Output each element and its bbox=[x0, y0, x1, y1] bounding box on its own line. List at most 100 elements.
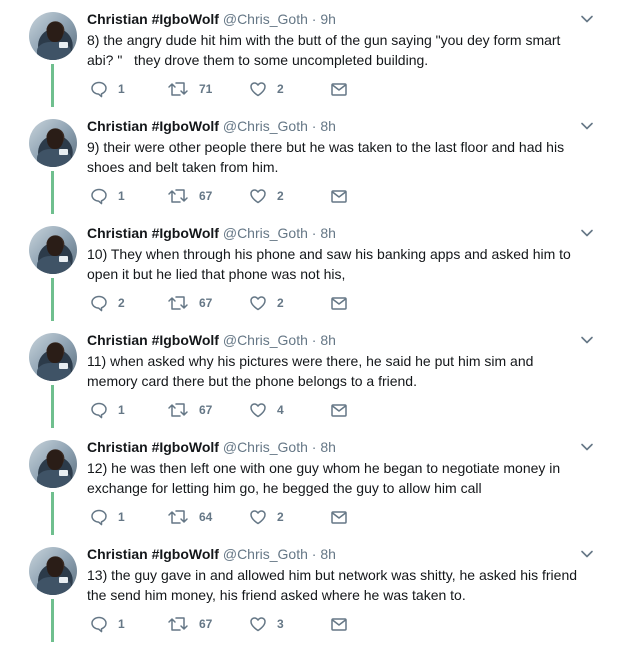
separator: · bbox=[311, 546, 317, 562]
reply-count: 2 bbox=[118, 296, 125, 310]
retweet-button[interactable]: 67 bbox=[167, 615, 212, 633]
like-button[interactable]: 2 bbox=[249, 294, 284, 312]
like-button[interactable]: 4 bbox=[249, 401, 284, 419]
user-handle[interactable]: @Chris_Goth bbox=[223, 546, 308, 562]
chevron-down-icon[interactable] bbox=[580, 547, 594, 561]
user-handle[interactable]: @Chris_Goth bbox=[223, 225, 308, 241]
heart-icon bbox=[250, 403, 266, 418]
like-count: 4 bbox=[277, 403, 284, 417]
direct-message-button[interactable] bbox=[330, 187, 348, 205]
tweet[interactable]: Christian #IgboWolf @Chris_Goth · 9h 8) … bbox=[0, 0, 623, 107]
reply-icon bbox=[91, 616, 107, 633]
tweet-header: Christian #IgboWolf @Chris_Goth · 8h bbox=[87, 545, 336, 563]
retweet-icon bbox=[168, 403, 188, 417]
separator: · bbox=[311, 118, 317, 134]
chevron-down-icon[interactable] bbox=[580, 12, 594, 26]
reply-button[interactable]: 1 bbox=[90, 187, 125, 205]
retweet-icon bbox=[168, 189, 188, 203]
reply-button[interactable]: 1 bbox=[90, 508, 125, 526]
timestamp[interactable]: 8h bbox=[320, 439, 336, 455]
chevron-down-icon[interactable] bbox=[580, 440, 594, 454]
retweet-count: 67 bbox=[199, 617, 213, 631]
like-button[interactable]: 2 bbox=[249, 80, 284, 98]
heart-icon bbox=[250, 510, 266, 525]
thread-connector-line bbox=[51, 278, 54, 321]
separator: · bbox=[311, 332, 317, 348]
timestamp[interactable]: 8h bbox=[320, 225, 336, 241]
retweet-button[interactable]: 71 bbox=[167, 80, 212, 98]
tweet-actions: 1 67 3 bbox=[87, 615, 387, 633]
reply-button[interactable]: 2 bbox=[90, 294, 125, 312]
display-name[interactable]: Christian #IgboWolf bbox=[87, 546, 219, 562]
like-count: 2 bbox=[277, 189, 284, 203]
envelope-icon bbox=[331, 190, 347, 203]
tweet-text: 12) he was then left one with one guy wh… bbox=[87, 460, 565, 496]
reply-count: 1 bbox=[118, 189, 125, 203]
like-count: 3 bbox=[277, 617, 284, 631]
avatar[interactable] bbox=[29, 226, 77, 274]
display-name[interactable]: Christian #IgboWolf bbox=[87, 11, 219, 27]
chevron-down-icon[interactable] bbox=[580, 226, 594, 240]
reply-button[interactable]: 1 bbox=[90, 615, 125, 633]
timestamp[interactable]: 9h bbox=[320, 11, 336, 27]
tweet[interactable]: Christian #IgboWolf @Chris_Goth · 8h 12)… bbox=[0, 428, 623, 535]
heart-icon bbox=[250, 82, 266, 97]
tweet-header: Christian #IgboWolf @Chris_Goth · 8h bbox=[87, 331, 336, 349]
like-count: 2 bbox=[277, 82, 284, 96]
avatar[interactable] bbox=[29, 12, 77, 60]
tweet-text: 11) when asked why his pictures were the… bbox=[87, 353, 538, 389]
tweet-text: 13) the guy gave in and allowed him but … bbox=[87, 567, 581, 603]
retweet-button[interactable]: 67 bbox=[167, 187, 212, 205]
tweet[interactable]: Christian #IgboWolf @Chris_Goth · 8h 13)… bbox=[0, 535, 623, 642]
retweet-button[interactable]: 67 bbox=[167, 294, 212, 312]
tweet-actions: 1 71 2 bbox=[87, 80, 387, 98]
avatar[interactable] bbox=[29, 547, 77, 595]
timestamp[interactable]: 8h bbox=[320, 332, 336, 348]
avatar[interactable] bbox=[29, 333, 77, 381]
reply-icon bbox=[91, 295, 107, 312]
timestamp[interactable]: 8h bbox=[320, 546, 336, 562]
display-name[interactable]: Christian #IgboWolf bbox=[87, 225, 219, 241]
tweet[interactable]: Christian #IgboWolf @Chris_Goth · 8h 11)… bbox=[0, 321, 623, 428]
like-button[interactable]: 2 bbox=[249, 187, 284, 205]
envelope-icon bbox=[331, 511, 347, 524]
envelope-icon bbox=[331, 83, 347, 96]
retweet-button[interactable]: 67 bbox=[167, 401, 212, 419]
heart-icon bbox=[250, 296, 266, 311]
retweet-button[interactable]: 64 bbox=[167, 508, 212, 526]
reply-count: 1 bbox=[118, 617, 125, 631]
avatar[interactable] bbox=[29, 440, 77, 488]
retweet-icon bbox=[168, 510, 188, 524]
tweet[interactable]: Christian #IgboWolf @Chris_Goth · 8h 10)… bbox=[0, 214, 623, 321]
timestamp[interactable]: 8h bbox=[320, 118, 336, 134]
reply-count: 1 bbox=[118, 510, 125, 524]
user-handle[interactable]: @Chris_Goth bbox=[223, 439, 308, 455]
direct-message-button[interactable] bbox=[330, 294, 348, 312]
like-count: 2 bbox=[277, 296, 284, 310]
display-name[interactable]: Christian #IgboWolf bbox=[87, 332, 219, 348]
user-handle[interactable]: @Chris_Goth bbox=[223, 118, 308, 134]
direct-message-button[interactable] bbox=[330, 401, 348, 419]
reply-button[interactable]: 1 bbox=[90, 80, 125, 98]
user-handle[interactable]: @Chris_Goth bbox=[223, 11, 308, 27]
user-handle[interactable]: @Chris_Goth bbox=[223, 332, 308, 348]
display-name[interactable]: Christian #IgboWolf bbox=[87, 118, 219, 134]
chevron-down-icon[interactable] bbox=[580, 119, 594, 133]
direct-message-button[interactable] bbox=[330, 615, 348, 633]
retweet-icon bbox=[168, 82, 188, 96]
reply-button[interactable]: 1 bbox=[90, 401, 125, 419]
thread-connector-line bbox=[51, 385, 54, 428]
direct-message-button[interactable] bbox=[330, 508, 348, 526]
tweet-text: 8) the angry dude hit him with the butt … bbox=[87, 32, 565, 68]
like-button[interactable]: 2 bbox=[249, 508, 284, 526]
tweet[interactable]: Christian #IgboWolf @Chris_Goth · 8h 9) … bbox=[0, 107, 623, 214]
direct-message-button[interactable] bbox=[330, 80, 348, 98]
retweet-icon bbox=[168, 296, 188, 310]
tweet-header: Christian #IgboWolf @Chris_Goth · 8h bbox=[87, 224, 336, 242]
chevron-down-icon[interactable] bbox=[580, 333, 594, 347]
envelope-icon bbox=[331, 404, 347, 417]
display-name[interactable]: Christian #IgboWolf bbox=[87, 439, 219, 455]
retweet-icon bbox=[168, 617, 188, 631]
avatar[interactable] bbox=[29, 119, 77, 167]
like-button[interactable]: 3 bbox=[249, 615, 284, 633]
